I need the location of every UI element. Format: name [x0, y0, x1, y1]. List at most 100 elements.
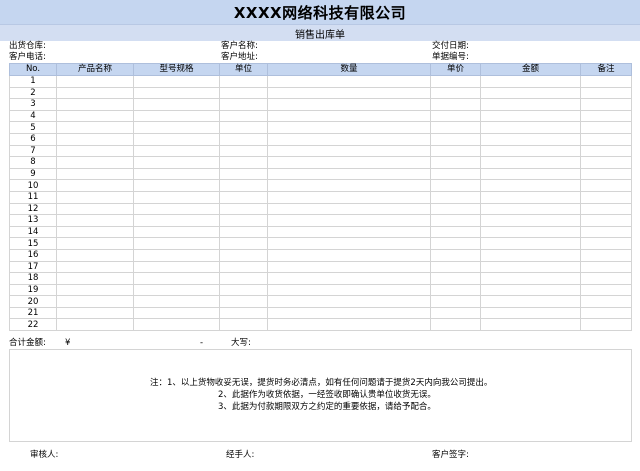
table-cell[interactable] [267, 202, 431, 216]
table-cell[interactable] [219, 237, 268, 250]
table-cell[interactable] [580, 225, 632, 239]
table-cell[interactable] [430, 318, 481, 332]
row-number[interactable]: 15 [9, 237, 57, 250]
table-cell[interactable] [580, 167, 632, 181]
table-cell[interactable] [219, 86, 268, 100]
row-number[interactable]: 6 [9, 132, 57, 146]
table-cell[interactable] [56, 132, 134, 146]
table-cell[interactable] [580, 237, 632, 250]
table-cell[interactable] [133, 272, 220, 285]
table-cell[interactable] [267, 144, 431, 158]
table-cell[interactable] [480, 260, 581, 274]
table-cell[interactable] [267, 167, 431, 181]
table-cell[interactable] [430, 156, 481, 169]
table-cell[interactable] [430, 86, 481, 100]
table-cell[interactable] [133, 167, 220, 181]
table-cell[interactable] [580, 156, 632, 169]
table-cell[interactable] [133, 295, 220, 308]
table-cell[interactable] [267, 156, 431, 169]
row-number[interactable]: 16 [9, 248, 57, 262]
table-cell[interactable] [219, 295, 268, 308]
table-cell[interactable] [480, 167, 581, 181]
row-number[interactable]: 7 [9, 144, 57, 158]
table-cell[interactable] [480, 295, 581, 308]
table-cell[interactable] [580, 98, 632, 111]
table-cell[interactable] [480, 237, 581, 250]
table-cell[interactable] [267, 109, 431, 123]
table-cell[interactable] [580, 306, 632, 320]
row-number[interactable]: 10 [9, 179, 57, 192]
table-cell[interactable] [56, 75, 134, 88]
table-cell[interactable] [480, 75, 581, 88]
table-cell[interactable] [133, 156, 220, 169]
table-cell[interactable] [580, 179, 632, 192]
table-cell[interactable] [267, 98, 431, 111]
row-number[interactable]: 17 [9, 260, 57, 274]
table-cell[interactable] [219, 306, 268, 320]
row-number[interactable]: 1 [9, 75, 57, 88]
table-cell[interactable] [480, 225, 581, 239]
table-cell[interactable] [267, 179, 431, 192]
table-cell[interactable] [133, 86, 220, 100]
table-cell[interactable] [133, 306, 220, 320]
table-cell[interactable] [480, 144, 581, 158]
row-number[interactable]: 14 [9, 225, 57, 239]
table-cell[interactable] [56, 202, 134, 216]
row-number[interactable]: 20 [9, 295, 57, 308]
table-cell[interactable] [56, 214, 134, 227]
table-cell[interactable] [430, 306, 481, 320]
table-cell[interactable] [219, 98, 268, 111]
table-cell[interactable] [430, 190, 481, 204]
table-cell[interactable] [219, 75, 268, 88]
table-cell[interactable] [133, 214, 220, 227]
table-cell[interactable] [56, 272, 134, 285]
table-cell[interactable] [56, 86, 134, 100]
table-cell[interactable] [56, 109, 134, 123]
row-number[interactable]: 9 [9, 167, 57, 181]
table-cell[interactable] [480, 214, 581, 227]
table-cell[interactable] [133, 237, 220, 250]
table-cell[interactable] [480, 306, 581, 320]
table-cell[interactable] [219, 121, 268, 134]
table-cell[interactable] [56, 260, 134, 274]
table-cell[interactable] [430, 121, 481, 134]
table-cell[interactable] [580, 109, 632, 123]
table-cell[interactable] [133, 283, 220, 297]
table-cell[interactable] [480, 132, 581, 146]
table-cell[interactable] [480, 156, 581, 169]
table-cell[interactable] [56, 156, 134, 169]
table-cell[interactable] [480, 318, 581, 332]
table-cell[interactable] [580, 214, 632, 227]
table-cell[interactable] [219, 283, 268, 297]
table-cell[interactable] [133, 144, 220, 158]
table-cell[interactable] [430, 179, 481, 192]
row-number[interactable]: 13 [9, 214, 57, 227]
row-number[interactable]: 8 [9, 156, 57, 169]
table-cell[interactable] [267, 295, 431, 308]
table-cell[interactable] [56, 318, 134, 332]
table-cell[interactable] [580, 132, 632, 146]
table-cell[interactable] [430, 237, 481, 250]
table-cell[interactable] [430, 144, 481, 158]
table-cell[interactable] [480, 179, 581, 192]
table-cell[interactable] [580, 75, 632, 88]
table-cell[interactable] [219, 225, 268, 239]
table-cell[interactable] [56, 121, 134, 134]
table-cell[interactable] [267, 214, 431, 227]
row-number[interactable]: 3 [9, 98, 57, 111]
table-cell[interactable] [430, 225, 481, 239]
table-cell[interactable] [56, 144, 134, 158]
table-cell[interactable] [430, 295, 481, 308]
table-cell[interactable] [580, 283, 632, 297]
table-cell[interactable] [430, 283, 481, 297]
table-cell[interactable] [430, 214, 481, 227]
table-cell[interactable] [480, 272, 581, 285]
table-cell[interactable] [580, 260, 632, 274]
table-cell[interactable] [56, 295, 134, 308]
table-cell[interactable] [430, 109, 481, 123]
table-cell[interactable] [267, 306, 431, 320]
table-cell[interactable] [133, 179, 220, 192]
table-cell[interactable] [267, 318, 431, 332]
table-cell[interactable] [219, 248, 268, 262]
table-cell[interactable] [480, 121, 581, 134]
